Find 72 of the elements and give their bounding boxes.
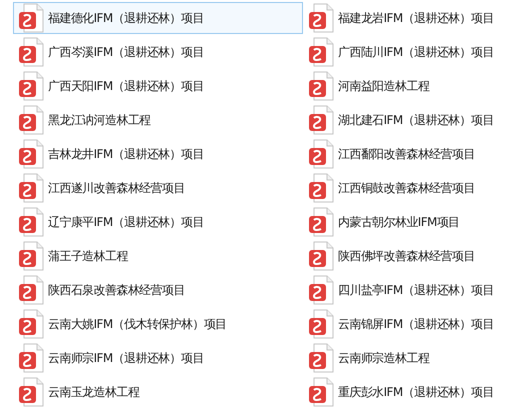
file-name: 吉林龙井IFM（退耕还林）项目 (48, 146, 204, 163)
file-name: 河南益阳造林工程 (338, 78, 430, 95)
pdf-file-icon (18, 207, 44, 237)
pdf-file-icon (18, 105, 44, 135)
file-item[interactable]: 云南玉龙造林工程 (13, 376, 303, 408)
file-item[interactable]: 陕西石泉改善森林经营项目 (13, 274, 303, 306)
file-item[interactable]: 河南益阳造林工程 (303, 70, 515, 102)
file-name: 广西天阳IFM（退耕还林）项目 (48, 78, 204, 95)
pdf-file-icon (308, 241, 334, 271)
file-name: 云南大姚IFM（伐木转保护林）项目 (48, 316, 227, 333)
file-item[interactable]: 广西陆川IFM（退耕还林）项目 (303, 36, 515, 68)
file-item[interactable]: 重庆彭水IFM（退耕还林）项目 (303, 376, 515, 408)
file-name: 云南锦屏IFM（退耕还林）项目 (338, 316, 494, 333)
file-item[interactable]: 云南师宗IFM（退耕还林）项目 (13, 342, 303, 374)
file-item[interactable]: 江西遂川改善森林经营项目 (13, 172, 303, 204)
file-item[interactable]: 云南师宗造林工程 (303, 342, 515, 374)
file-name: 黑龙江讷河造林工程 (48, 112, 151, 129)
file-item[interactable]: 江西鄱阳改善森林经营项目 (303, 138, 515, 170)
file-name: 江西铜鼓改善森林经营项目 (338, 180, 475, 197)
file-item[interactable]: 内蒙古朝尔林业IFM项目 (303, 206, 515, 238)
pdf-file-icon (18, 139, 44, 169)
pdf-file-icon (18, 241, 44, 271)
pdf-file-icon (18, 343, 44, 373)
file-name: 江西遂川改善森林经营项目 (48, 180, 185, 197)
file-item[interactable]: 四川盐亭IFM（退耕还林）项目 (303, 274, 515, 306)
pdf-file-icon (308, 37, 334, 67)
file-name: 湖北建石IFM（退耕还林）项目 (338, 112, 494, 129)
file-name: 陕西石泉改善森林经营项目 (48, 282, 185, 299)
pdf-file-icon (308, 377, 334, 407)
file-name: 辽宁康平IFM（退耕还林）项目 (48, 214, 204, 231)
file-name: 福建龙岩IFM（退耕还林）项目 (338, 10, 494, 27)
file-item[interactable]: 蒲王子造林工程 (13, 240, 303, 272)
file-name: 福建德化IFM（退耕还林）项目 (48, 10, 204, 27)
file-name: 陕西佛坪改善森林经营项目 (338, 248, 475, 265)
file-name: 内蒙古朝尔林业IFM项目 (338, 214, 460, 231)
file-name: 广西陆川IFM（退耕还林）项目 (338, 44, 494, 61)
file-name: 蒲王子造林工程 (48, 248, 128, 265)
pdf-file-icon (308, 309, 334, 339)
pdf-file-icon (18, 71, 44, 101)
file-name: 重庆彭水IFM（退耕还林）项目 (338, 384, 494, 401)
file-item[interactable]: 黑龙江讷河造林工程 (13, 104, 303, 136)
pdf-file-icon (18, 275, 44, 305)
pdf-file-icon (308, 71, 334, 101)
file-item[interactable]: 广西天阳IFM（退耕还林）项目 (13, 70, 303, 102)
file-item[interactable]: 云南锦屏IFM（退耕还林）项目 (303, 308, 515, 340)
file-name: 广西岑溪IFM（退耕还林）项目 (48, 44, 204, 61)
pdf-file-icon (308, 139, 334, 169)
file-name: 云南师宗IFM（退耕还林）项目 (48, 350, 204, 367)
file-item[interactable]: 云南大姚IFM（伐木转保护林）项目 (13, 308, 303, 340)
file-name: 云南玉龙造林工程 (48, 384, 140, 401)
file-name: 云南师宗造林工程 (338, 350, 430, 367)
pdf-file-icon (18, 377, 44, 407)
file-item[interactable]: 湖北建石IFM（退耕还林）项目 (303, 104, 515, 136)
pdf-file-icon (308, 173, 334, 203)
file-name: 江西鄱阳改善森林经营项目 (338, 146, 475, 163)
file-item[interactable]: 江西铜鼓改善森林经营项目 (303, 172, 515, 204)
pdf-file-icon (308, 343, 334, 373)
file-item[interactable]: 吉林龙井IFM（退耕还林）项目 (13, 138, 303, 170)
file-item[interactable]: 福建龙岩IFM（退耕还林）项目 (303, 2, 515, 34)
pdf-file-icon (308, 105, 334, 135)
file-item[interactable]: 辽宁康平IFM（退耕还林）项目 (13, 206, 303, 238)
pdf-file-icon (18, 309, 44, 339)
file-item[interactable]: 福建德化IFM（退耕还林）项目 (13, 2, 303, 34)
pdf-file-icon (18, 3, 44, 33)
file-item[interactable]: 广西岑溪IFM（退耕还林）项目 (13, 36, 303, 68)
file-name: 四川盐亭IFM（退耕还林）项目 (338, 282, 494, 299)
pdf-file-icon (308, 207, 334, 237)
pdf-file-icon (18, 37, 44, 67)
pdf-file-icon (18, 173, 44, 203)
file-item[interactable]: 陕西佛坪改善森林经营项目 (303, 240, 515, 272)
pdf-file-icon (308, 275, 334, 305)
pdf-file-icon (308, 3, 334, 33)
